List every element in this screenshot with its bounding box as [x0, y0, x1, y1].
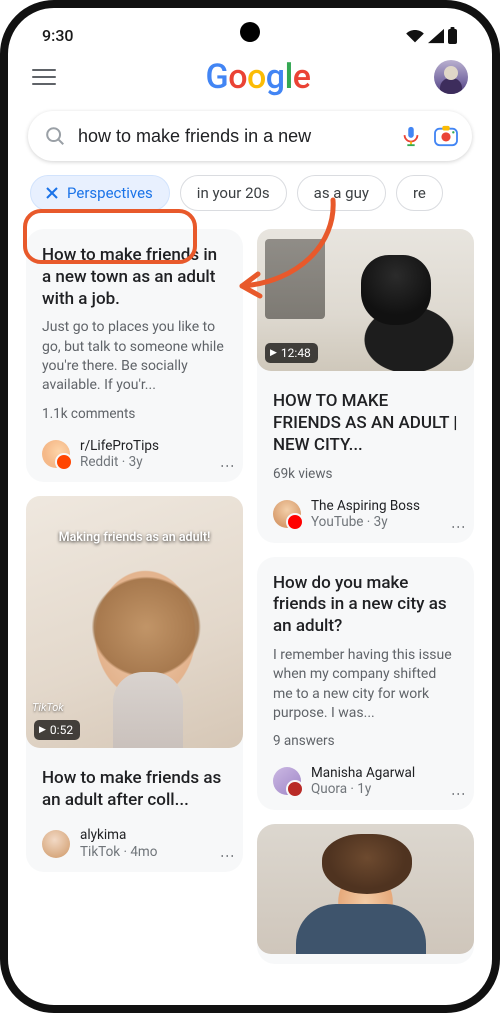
more-options-icon[interactable] [450, 787, 466, 800]
card-source: Manisha Agarwal Quora · 1y [311, 765, 415, 797]
results-col-right: 12:48 HOW TO MAKE FRIENDS AS AN ADULT | … [257, 229, 474, 964]
result-card-video-partial[interactable] [257, 824, 474, 964]
results-col-left: How to make friends in a new town as an … [26, 229, 243, 964]
results-grid: How to make friends in a new town as an … [8, 215, 492, 964]
chip-in-your-20s[interactable]: in your 20s [180, 175, 287, 211]
phone-frame: 9:30 Google Perspectives in your 20s as … [0, 0, 500, 1013]
card-body: I remember having this issue when my com… [273, 646, 458, 723]
card-source: r/LifeProTips Reddit · 3y [80, 438, 159, 470]
status-icons [405, 27, 458, 44]
hamburger-menu-icon[interactable] [32, 69, 56, 85]
card-footer: alykima TikTok · 4mo [42, 827, 227, 859]
quora-icon [273, 767, 301, 795]
wifi-icon [405, 28, 425, 44]
card-footer: r/LifeProTips Reddit · 3y [42, 438, 227, 470]
tiktok-watermark: TikTok [32, 701, 64, 714]
card-title: How to make friends in a new town as an … [42, 245, 227, 310]
result-card-youtube[interactable]: 12:48 HOW TO MAKE FRIENDS AS AN ADULT | … [257, 229, 474, 543]
tiktok-icon [42, 830, 70, 858]
card-meta: 69k views [273, 466, 458, 482]
battery-icon [447, 27, 458, 44]
lens-camera-icon[interactable] [434, 125, 458, 147]
card-footer: The Aspiring Boss YouTube · 3y [273, 498, 458, 530]
chip-partial[interactable]: re [396, 175, 443, 211]
card-body: Just go to places you like to go, but ta… [42, 318, 227, 395]
card-source: alykima TikTok · 4mo [80, 827, 157, 859]
card-meta: 1.1k comments [42, 406, 227, 422]
result-card-reddit[interactable]: How to make friends in a new town as an … [26, 229, 243, 482]
chip-label: Perspectives [67, 184, 153, 202]
card-footer: Manisha Agarwal Quora · 1y [273, 765, 458, 797]
camera-notch [240, 22, 260, 42]
more-options-icon[interactable] [219, 459, 235, 472]
google-logo: Google [206, 57, 311, 97]
search-input[interactable] [78, 126, 388, 147]
signal-icon [427, 28, 445, 44]
chip-perspectives[interactable]: Perspectives [30, 175, 170, 211]
search-icon [44, 125, 66, 147]
filter-chips: Perspectives in your 20s as a guy re [8, 161, 492, 215]
card-meta: 9 answers [273, 733, 458, 749]
video-thumbnail[interactable] [257, 824, 474, 954]
search-bar[interactable] [28, 111, 472, 161]
video-duration: 0:52 [34, 720, 80, 740]
video-thumbnail[interactable]: 12:48 [257, 229, 474, 371]
result-card-quora[interactable]: How do you make friends in a new city as… [257, 557, 474, 810]
more-options-icon[interactable] [219, 849, 235, 862]
youtube-icon [273, 500, 301, 528]
card-title: HOW TO MAKE FRIENDS AS AN ADULT | NEW CI… [273, 391, 458, 456]
close-icon [45, 186, 59, 200]
video-duration: 12:48 [265, 343, 318, 363]
reddit-icon [42, 440, 70, 468]
more-options-icon[interactable] [450, 520, 466, 533]
chip-as-a-guy[interactable]: as a guy [297, 175, 386, 211]
status-time: 9:30 [42, 26, 74, 45]
card-title: How to make friends as an adult after co… [42, 768, 227, 812]
result-card-tiktok[interactable]: Making friends as an adult! TikTok 0:52 … [26, 496, 243, 872]
voice-search-icon[interactable] [400, 125, 422, 147]
profile-avatar[interactable] [434, 60, 468, 94]
card-source: The Aspiring Boss YouTube · 3y [311, 498, 420, 530]
video-thumbnail[interactable]: Making friends as an adult! TikTok 0:52 [26, 496, 243, 748]
thumbnail-overlay-text: Making friends as an adult! [26, 530, 243, 545]
app-header: Google [8, 51, 492, 97]
card-title: How do you make friends in a new city as… [273, 573, 458, 638]
